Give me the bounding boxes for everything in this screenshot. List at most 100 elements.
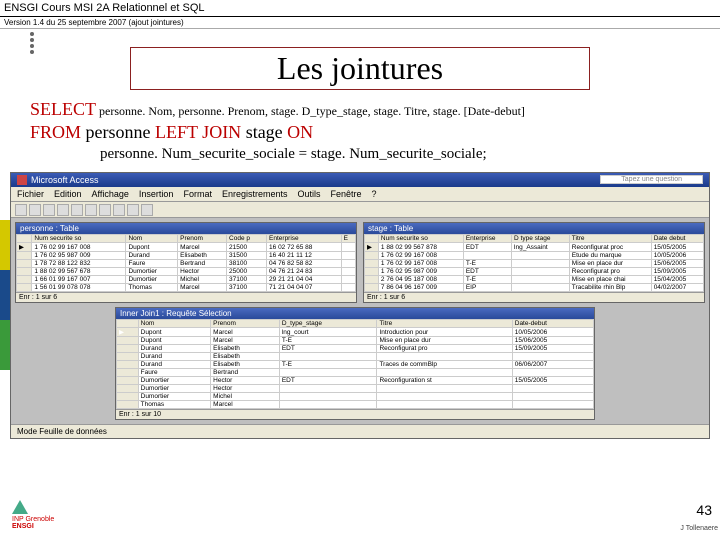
table-cell[interactable]: Introduction pour	[377, 328, 512, 337]
table-cell[interactable]	[341, 243, 355, 252]
menu-item[interactable]: Fichier	[17, 189, 44, 199]
column-header[interactable]: Date debut	[651, 235, 703, 243]
table-cell[interactable]: 21500	[227, 243, 267, 252]
table-cell[interactable]	[512, 276, 570, 284]
table-cell[interactable]	[512, 353, 593, 361]
access-menubar[interactable]: FichierEditionAffichageInsertionFormatEn…	[11, 187, 709, 202]
row-selector[interactable]	[17, 276, 32, 284]
row-selector[interactable]	[117, 393, 139, 401]
row-selector[interactable]	[117, 377, 139, 385]
table-cell[interactable]: 06/06/2007	[512, 361, 593, 369]
table-cell[interactable]: 04/02/2007	[651, 284, 703, 292]
table-cell[interactable]	[279, 393, 377, 401]
table-cell[interactable]	[512, 260, 570, 268]
table-cell[interactable]	[341, 284, 355, 292]
row-selector[interactable]: ▶	[365, 243, 379, 252]
column-header[interactable]: Prenom	[178, 235, 227, 243]
table-cell[interactable]: 38100	[227, 260, 267, 268]
table-cell[interactable]	[463, 252, 511, 260]
table-cell[interactable]: 29 21 21 04 04	[267, 276, 342, 284]
table-cell[interactable]: 15/06/2005	[651, 260, 703, 268]
table-cell[interactable]: 15/06/2005	[512, 337, 593, 345]
row-selector[interactable]	[17, 252, 32, 260]
table-cell[interactable]: 15/09/2005	[651, 268, 703, 276]
table-cell[interactable]: EDT	[463, 268, 511, 276]
table-cell[interactable]: 71 21 04 04 07	[267, 284, 342, 292]
table-cell[interactable]: 37100	[227, 284, 267, 292]
menu-item[interactable]: Outils	[298, 189, 321, 199]
table-cell[interactable]: EDT	[279, 345, 377, 353]
row-selector[interactable]: ▶	[117, 328, 139, 337]
result-nav[interactable]: Enr : 1 sur 10	[116, 409, 594, 419]
table-cell[interactable]: 15/04/2005	[651, 276, 703, 284]
table-cell[interactable]: Dumortier	[138, 385, 211, 393]
row-selector[interactable]: ▶	[17, 243, 32, 252]
row-selector[interactable]	[117, 361, 139, 369]
column-header[interactable]: E	[341, 235, 355, 243]
table-cell[interactable]: T-E	[279, 361, 377, 369]
table-cell[interactable]: Durand	[138, 345, 211, 353]
personne-nav[interactable]: Enr : 1 sur 6	[16, 292, 356, 302]
ask-question-box[interactable]: Tapez une question	[600, 175, 703, 184]
table-cell[interactable]: 7 86 04 96 167 009	[378, 284, 463, 292]
table-cell[interactable]: Durand	[138, 361, 211, 369]
table-cell[interactable]: Michel	[178, 276, 227, 284]
table-cell[interactable]	[512, 369, 593, 377]
table-cell[interactable]: Mise en place dur	[569, 260, 651, 268]
column-header[interactable]: Num securite so	[378, 235, 463, 243]
table-cell[interactable]: Durand	[126, 252, 178, 260]
table-cell[interactable]: 1 88 02 99 567 678	[32, 268, 126, 276]
table-cell[interactable]: Dumortier	[138, 393, 211, 401]
table-cell[interactable]: 1 78 72 88 122 832	[32, 260, 126, 268]
table-cell[interactable]	[512, 401, 593, 409]
menu-item[interactable]: Format	[183, 189, 212, 199]
table-cell[interactable]	[341, 252, 355, 260]
table-cell[interactable]: Dupont	[126, 243, 178, 252]
table-cell[interactable]: Mise en place dur	[377, 337, 512, 345]
table-cell[interactable]: T-E	[463, 276, 511, 284]
row-selector[interactable]	[117, 401, 139, 409]
table-cell[interactable]	[377, 353, 512, 361]
row-selector[interactable]	[17, 284, 32, 292]
table-cell[interactable]: Dumortier	[138, 377, 211, 385]
row-selector[interactable]	[365, 260, 379, 268]
table-cell[interactable]: Durand	[138, 353, 211, 361]
table-cell[interactable]	[512, 393, 593, 401]
table-cell[interactable]: 1 76 02 95 987 009	[32, 252, 126, 260]
table-cell[interactable]: EIP	[463, 284, 511, 292]
table-cell[interactable]: Dupont	[138, 337, 211, 345]
table-cell[interactable]: Elisabeth	[211, 345, 280, 353]
table-cell[interactable]	[512, 268, 570, 276]
stage-nav[interactable]: Enr : 1 sur 6	[364, 292, 704, 302]
row-selector[interactable]	[365, 284, 379, 292]
table-cell[interactable]	[279, 353, 377, 361]
table-cell[interactable]: 1 76 02 99 167 008	[378, 252, 463, 260]
column-header[interactable]: Num securite so	[32, 235, 126, 243]
column-header[interactable]: Titre	[569, 235, 651, 243]
stage-table-window[interactable]: stage : Table Num securite soEnterpriseD…	[363, 222, 705, 303]
table-cell[interactable]	[512, 252, 570, 260]
table-cell[interactable]: EDT	[279, 377, 377, 385]
table-cell[interactable]: Marcel	[211, 401, 280, 409]
table-cell[interactable]	[377, 385, 512, 393]
table-cell[interactable]	[279, 385, 377, 393]
menu-item[interactable]: Insertion	[139, 189, 174, 199]
table-cell[interactable]: Reconfigurat pro	[569, 268, 651, 276]
table-cell[interactable]: 04 76 21 24 83	[267, 268, 342, 276]
table-cell[interactable]: Marcel	[178, 243, 227, 252]
table-cell[interactable]: Bertrand	[178, 260, 227, 268]
table-cell[interactable]: Elisabeth	[178, 252, 227, 260]
table-cell[interactable]: 1 88 02 99 567 878	[378, 243, 463, 252]
menu-item[interactable]: Enregistrements	[222, 189, 288, 199]
table-cell[interactable]	[512, 385, 593, 393]
table-cell[interactable]: 1 66 01 99 167 007	[32, 276, 126, 284]
table-cell[interactable]	[512, 284, 570, 292]
table-cell[interactable]: Dupont	[138, 328, 211, 337]
column-header[interactable]: Date-debut	[512, 320, 593, 328]
table-cell[interactable]	[341, 276, 355, 284]
table-cell[interactable]: Tracabilite rhin Blp	[569, 284, 651, 292]
table-cell[interactable]: T-E	[463, 260, 511, 268]
table-cell[interactable]	[279, 369, 377, 377]
table-cell[interactable]: EDT	[463, 243, 511, 252]
table-cell[interactable]	[377, 401, 512, 409]
